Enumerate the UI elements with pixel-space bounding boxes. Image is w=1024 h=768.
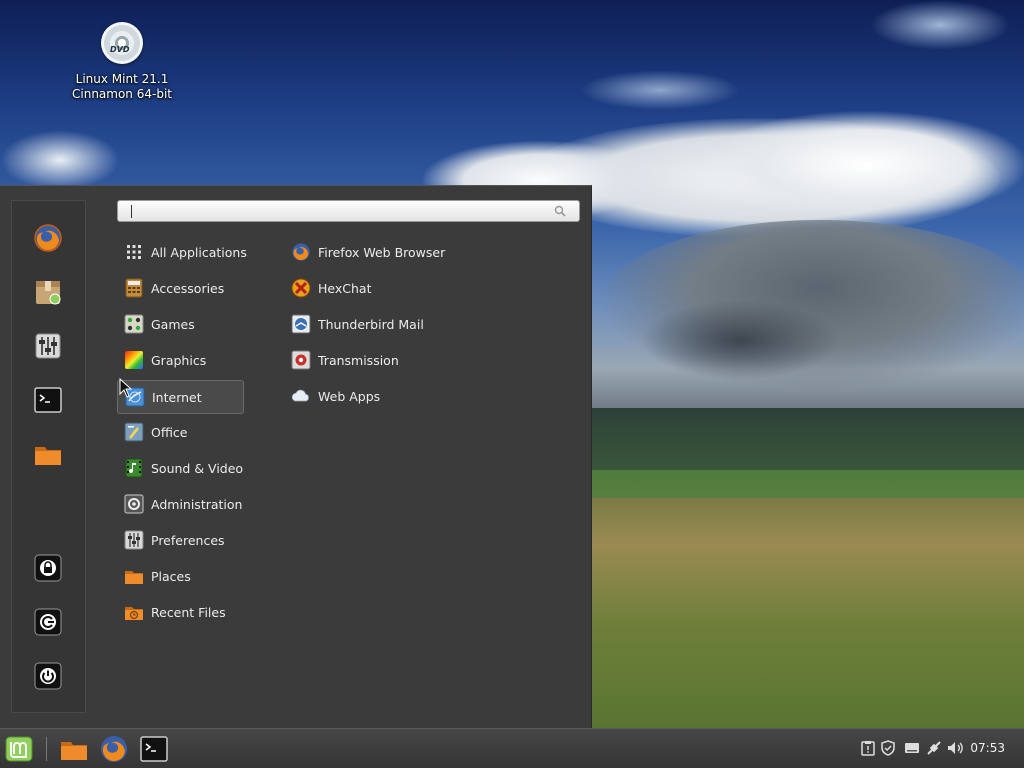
app-hexchat[interactable]: HexChat [284,272,484,304]
application-menu: All Applications Accessories Games Graph… [0,185,592,728]
category-label: All Applications [151,244,247,260]
category-accessories[interactable]: Accessories [117,272,244,304]
category-label: Internet [152,389,202,405]
category-label: Accessories [151,280,225,296]
lock-screen-icon [34,554,62,582]
web-apps-icon [290,385,312,407]
app-label: Web Apps [318,388,381,404]
app-label: Firefox Web Browser [318,244,446,260]
category-preferences[interactable]: Preferences [117,524,244,556]
session-shutdown[interactable] [32,660,64,692]
app-label: HexChat [318,280,372,296]
terminal-icon [34,387,62,413]
category-recent-files[interactable]: Recent Files [117,596,244,628]
session-lock-screen[interactable] [32,552,64,584]
shield-icon [881,740,895,756]
mint-menu-icon [5,736,33,762]
tray-update-manager[interactable] [879,739,897,757]
folder-icon [123,565,145,587]
recent-files-icon [123,601,145,623]
category-administration[interactable]: Administration [117,488,244,520]
app-transmission[interactable]: Transmission [284,344,484,376]
category-internet[interactable]: Internet [117,380,244,414]
shutdown-icon [34,662,62,690]
administration-icon [123,493,145,515]
tray-keyboard[interactable] [903,739,921,757]
sound-video-icon [123,457,145,479]
category-graphics[interactable]: Graphics [117,344,244,376]
favorite-software-manager[interactable] [32,276,64,308]
category-label: Office [151,424,188,440]
transmission-icon [290,349,312,371]
category-label: Recent Files [151,604,226,620]
volume-icon [948,742,963,754]
dvd-icon: DVD [101,22,143,64]
category-label: Sound & Video [151,460,244,476]
system-settings-icon [35,333,61,359]
firefox-icon [290,241,312,263]
desktop-icon-label: Linux Mint 21.1 Cinnamon 64-bit [58,72,186,102]
category-sound-video[interactable]: Sound & Video [117,452,244,484]
network-icon [927,741,941,755]
favorite-files[interactable] [32,438,64,470]
favorites-sidebar [11,200,86,713]
tray-network[interactable] [925,739,943,757]
search-caret [131,205,132,218]
tray-clipboard[interactable] [859,739,877,757]
keyboard-icon [905,743,919,753]
favorite-terminal[interactable] [32,384,64,416]
preferences-icon [123,529,145,551]
app-label: Transmission [318,352,399,368]
category-places[interactable]: Places [117,560,244,592]
files-folder-icon [35,447,61,465]
panel-clock[interactable]: 07:53 [970,741,1005,755]
tray-volume[interactable] [947,739,965,757]
firefox-icon [101,736,127,762]
terminal-icon [140,736,168,762]
software-manager-icon [36,281,61,305]
app-label: Thunderbird Mail [318,316,424,332]
app-thunderbird-mail[interactable]: Thunderbird Mail [284,308,484,340]
category-label: Places [151,568,191,584]
menu-search-input[interactable] [117,200,580,222]
favorite-firefox[interactable] [32,222,64,254]
hexchat-icon [290,277,312,299]
bottom-panel: 07:53 [0,728,1024,768]
panel-launcher-files[interactable] [58,733,90,765]
category-label: Administration [151,496,243,512]
desktop-dvd-shortcut[interactable]: DVD Linux Mint 21.1 Cinnamon 64-bit [58,22,186,102]
session-logout[interactable] [32,606,64,638]
games-icon [123,313,145,335]
firefox-icon [34,224,62,252]
accessories-icon [123,277,145,299]
grid-icon [123,241,145,263]
category-games[interactable]: Games [117,308,244,340]
logout-icon [34,608,62,636]
mint-menu-button[interactable] [3,733,35,765]
desktop-icon-label-line1: Linux Mint 21.1 [75,72,169,86]
panel-launcher-firefox[interactable] [98,733,130,765]
panel-separator [46,737,47,761]
clipboard-icon [861,741,875,756]
favorite-system-settings[interactable] [32,330,64,362]
category-label: Games [151,316,195,332]
desktop-icon-label-line2: Cinnamon 64-bit [72,87,172,101]
category-office[interactable]: Office [117,416,244,448]
files-folder-icon [61,742,87,760]
thunderbird-icon [290,313,312,335]
graphics-icon [123,349,145,371]
app-web-apps[interactable]: Web Apps [284,380,484,412]
panel-launcher-terminal[interactable] [138,733,170,765]
category-all-applications[interactable]: All Applications [117,236,247,268]
mouse-pointer-icon [119,378,133,398]
app-firefox-web-browser[interactable]: Firefox Web Browser [284,236,484,268]
category-label: Graphics [151,352,207,368]
office-icon [123,421,145,443]
category-label: Preferences [151,532,225,548]
search-icon [554,205,566,217]
